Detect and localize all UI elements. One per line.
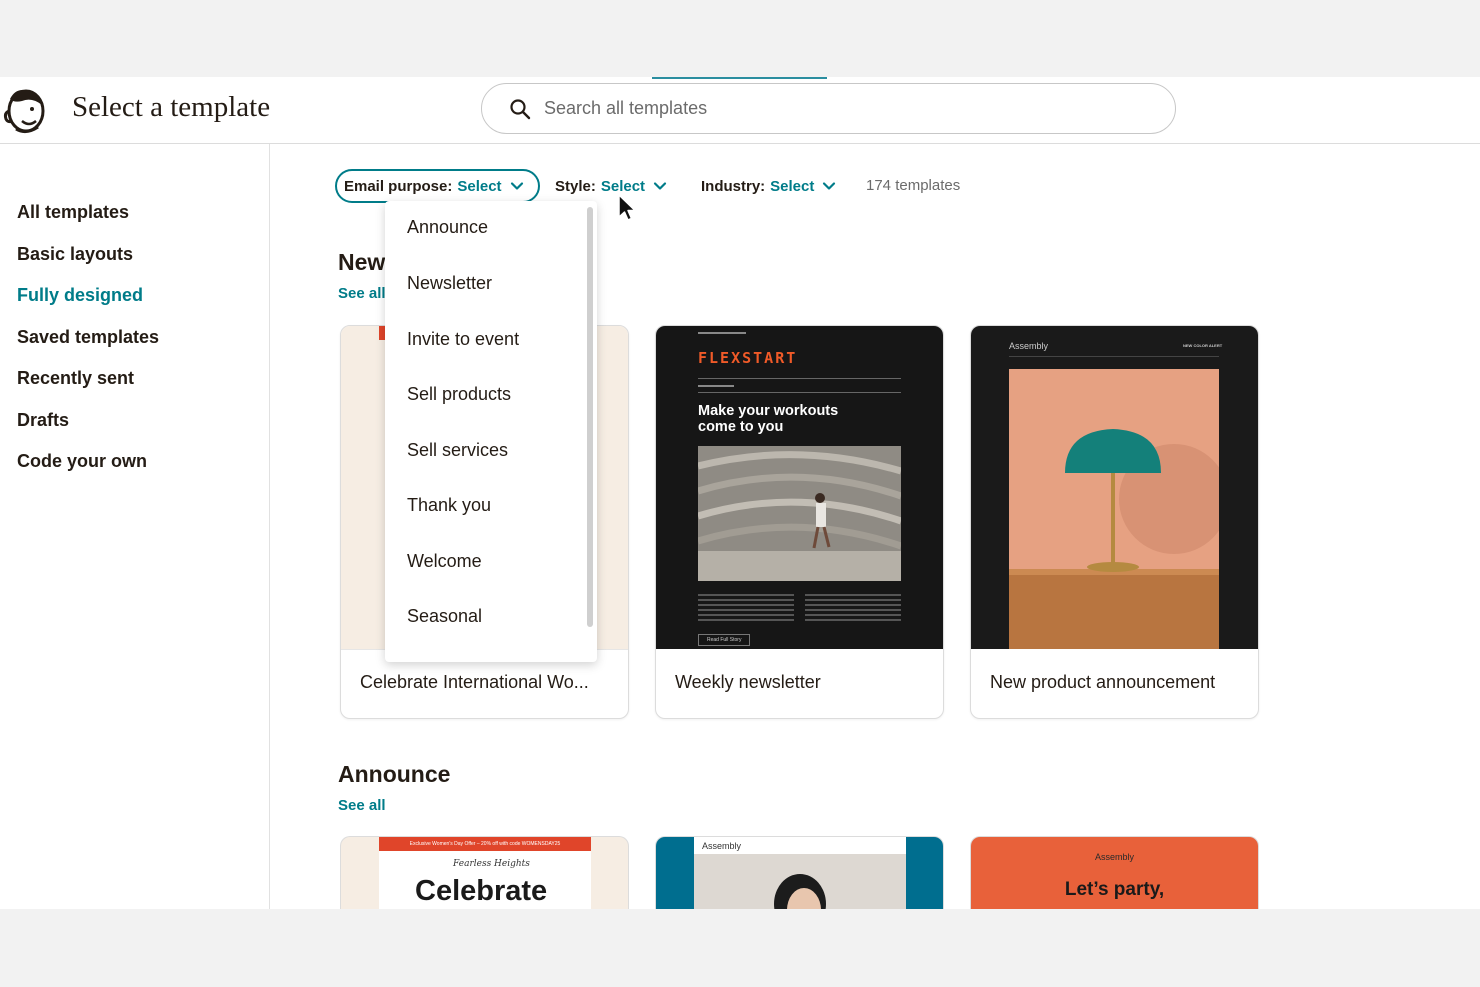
chevron-down-icon (823, 182, 836, 190)
template-count: 174 templates (866, 177, 961, 194)
search-input[interactable] (544, 98, 1104, 119)
dropdown-option-announce[interactable]: Announce (407, 217, 488, 238)
style-label: Style: (555, 177, 596, 195)
thumbnail-headline: Let’s party, (1064, 879, 1165, 900)
industry-label: Industry: (701, 177, 766, 195)
sidebar-item-saved-templates[interactable]: Saved templates (17, 327, 159, 348)
see-all-link[interactable]: See all (338, 285, 386, 302)
lamp-photo (1009, 369, 1219, 649)
template-card[interactable]: Exclusive Women's Day Offer – 20% off wi… (340, 836, 629, 909)
section-title-announce: Announce (338, 761, 451, 787)
divider (698, 378, 901, 379)
template-card-label: New product announcement (990, 672, 1216, 692)
body-text-block (698, 594, 794, 624)
tiny-text-line (698, 332, 746, 334)
style-filter[interactable]: Style: Select (555, 169, 667, 203)
template-thumbnail: FLEXSTART Make your workouts come to you (656, 326, 943, 649)
script-tagline: Fearless Heights (453, 859, 530, 869)
stadium-photo (698, 446, 901, 581)
sidebar-item-fully-designed[interactable]: Fully designed (17, 285, 143, 306)
email-purpose-label: Email purpose: (344, 177, 453, 195)
divider (698, 392, 901, 393)
new-color-tag: NEW COLOR ALERT (1183, 343, 1223, 348)
mouse-cursor-icon (618, 194, 636, 221)
assembly-brand: Assembly (702, 841, 742, 851)
dropdown-option-newsletter[interactable]: Newsletter (407, 273, 492, 294)
email-purpose-dropdown: Announce Newsletter Invite to event Sell… (385, 201, 597, 662)
dropdown-scrollbar[interactable] (587, 207, 593, 627)
industry-value: Select (770, 177, 815, 195)
offer-banner: Exclusive Women's Day Offer – 20% off wi… (379, 837, 591, 851)
headline-line-2: come to you (698, 419, 784, 435)
industry-filter[interactable]: Industry: Select (701, 169, 836, 203)
body-text-block (805, 594, 901, 624)
template-card-label: Celebrate International Wo... (360, 672, 589, 692)
dropdown-option-invite-to-event[interactable]: Invite to event (407, 329, 519, 350)
portrait-photo (694, 854, 906, 909)
tiny-text-line (698, 385, 734, 387)
dropdown-option-welcome[interactable]: Welcome (407, 551, 482, 572)
assembly-brand: Assembly (1009, 341, 1049, 351)
dropdown-option-sell-products[interactable]: Sell products (407, 384, 511, 405)
assembly-brand: Assembly (1094, 852, 1134, 862)
header: Select a template (0, 77, 1480, 144)
template-card-label: Weekly newsletter (675, 672, 821, 692)
headline-line-1: Make your workouts (698, 403, 839, 419)
section-title-new: New (338, 249, 386, 275)
dropdown-option-thank-you[interactable]: Thank you (407, 495, 491, 516)
sidebar-item-recently-sent[interactable]: Recently sent (17, 368, 134, 389)
template-gallery: Select a template All templates Basic la… (0, 77, 1480, 909)
chevron-down-icon (510, 182, 523, 190)
sidebar-item-basic-layouts[interactable]: Basic layouts (17, 244, 133, 265)
template-card[interactable]: Assembly (655, 836, 944, 909)
chevron-down-icon (653, 182, 667, 190)
email-purpose-value: Select (457, 177, 502, 195)
template-card[interactable]: Assembly NEW COLOR ALERT New product ann… (970, 325, 1259, 719)
page-title: Select a template (72, 91, 271, 123)
see-all-link[interactable]: See all (338, 797, 386, 814)
dropdown-option-sell-services[interactable]: Sell services (407, 440, 508, 461)
email-purpose-filter[interactable]: Email purpose: Select (335, 169, 540, 203)
sidebar-item-code-your-own[interactable]: Code your own (17, 451, 147, 472)
style-value: Select (600, 177, 646, 195)
thumbnail-headline: Celebrate (415, 875, 548, 907)
mailchimp-logo-icon[interactable] (2, 85, 46, 135)
flexstart-brand: FLEXSTART (698, 349, 798, 367)
template-thumbnail: Assembly NEW COLOR ALERT (971, 326, 1258, 649)
read-story-button: Read Full Story (698, 634, 751, 646)
search-bar[interactable] (481, 83, 1176, 134)
divider (1009, 356, 1219, 357)
sidebar-item-all-templates[interactable]: All templates (17, 202, 129, 223)
sidebar-item-drafts[interactable]: Drafts (17, 410, 69, 431)
thumbnail-headline: Make your workouts come to you (698, 403, 838, 435)
search-icon (510, 98, 531, 119)
dropdown-option-seasonal[interactable]: Seasonal (407, 606, 482, 627)
sidebar: All templates Basic layouts Fully design… (0, 144, 270, 909)
template-card[interactable]: FLEXSTART Make your workouts come to you (655, 325, 944, 719)
template-card[interactable]: Assembly Let’s party, (970, 836, 1259, 909)
